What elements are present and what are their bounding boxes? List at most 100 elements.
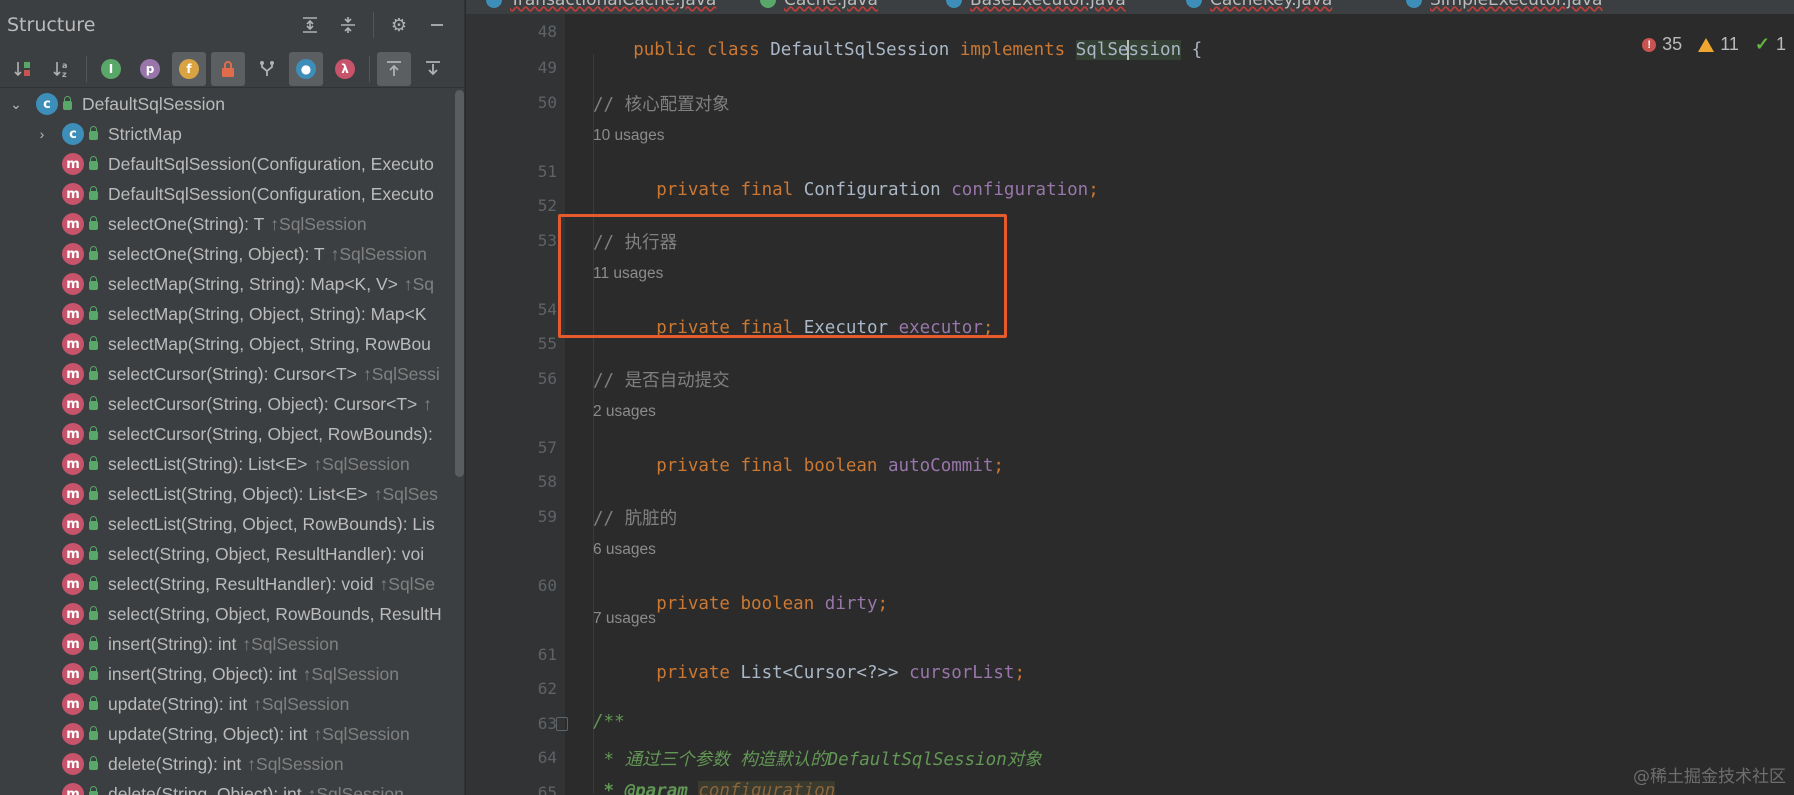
tree-method[interactable]: m selectOne(String): T ↑SqlSession bbox=[0, 209, 464, 239]
show-properties-icon[interactable]: p bbox=[133, 52, 167, 86]
errors-indicator[interactable]: ! 35 bbox=[1642, 34, 1682, 55]
class-icon: c bbox=[36, 93, 58, 115]
chevron-down-icon[interactable]: ⌄ bbox=[6, 96, 26, 113]
gear-icon[interactable]: ⚙ bbox=[380, 10, 418, 40]
line-number-gutter[interactable]: 48 49 50 51 52 53 54 55 56 57 58 59 60 6… bbox=[466, 14, 568, 795]
usages-hint[interactable]: 6 usages bbox=[593, 541, 656, 559]
public-visibility-icon bbox=[89, 425, 98, 440]
tree-item-label: update(String): int bbox=[108, 693, 248, 714]
expand-all-icon[interactable] bbox=[291, 10, 329, 40]
method-icon: m bbox=[62, 783, 84, 795]
minimize-icon[interactable] bbox=[418, 10, 456, 40]
chevron-right-icon[interactable]: › bbox=[32, 126, 52, 142]
svg-text:a: a bbox=[62, 61, 67, 70]
separator bbox=[86, 55, 87, 82]
code-editor[interactable]: 48 49 50 51 52 53 54 55 56 57 58 59 60 6… bbox=[466, 14, 1794, 795]
class-icon bbox=[486, 0, 502, 8]
method-icon: m bbox=[62, 483, 84, 505]
tree-method[interactable]: m select(String, Object, RowBounds, Resul… bbox=[0, 599, 464, 629]
autoscroll-from-source-icon[interactable] bbox=[416, 52, 450, 86]
code-line-48: public class DefaultSqlSession implement… bbox=[633, 40, 1203, 60]
show-fields-icon[interactable]: f bbox=[172, 51, 206, 86]
code-line-61: private List<Cursor<?>> cursorList; bbox=[656, 663, 1025, 683]
tree-method[interactable]: m selectCursor(String, Object, RowBounds)… bbox=[0, 419, 464, 449]
overridden-from-label: ↑SqlSession bbox=[307, 783, 404, 795]
line-number: 51 bbox=[537, 162, 557, 181]
tree-method[interactable]: m select(String, Object, ResultHandler): … bbox=[0, 539, 464, 569]
inspection-widget[interactable]: ! 35 11 ✓ 1 bbox=[1642, 34, 1786, 55]
public-visibility-icon bbox=[89, 695, 98, 710]
method-icon: m bbox=[62, 273, 84, 295]
public-visibility-icon bbox=[89, 215, 98, 230]
tab-cache[interactable]: Cache.java bbox=[760, 0, 878, 14]
method-icon: m bbox=[62, 753, 84, 775]
tree-method[interactable]: m update(String, Object): int ↑SqlSession bbox=[0, 719, 464, 749]
tree-method[interactable]: m selectOne(String, Object): T ↑SqlSession bbox=[0, 239, 464, 269]
show-inherited-icon[interactable]: I bbox=[94, 52, 128, 86]
tree-method[interactable]: m selectMap(String, String): Map<K, V> ↑Sq bbox=[0, 269, 464, 299]
tree-root-class[interactable]: ⌄ c DefaultSqlSession bbox=[0, 89, 464, 119]
tree-method[interactable]: m selectCursor(String): Cursor<T> ↑SqlSess… bbox=[0, 359, 464, 389]
method-icon: m bbox=[62, 393, 84, 415]
tree-method[interactable]: m DefaultSqlSession(Configuration, Execut… bbox=[0, 179, 464, 209]
tab-cache-key[interactable]: CacheKey.java bbox=[1186, 0, 1332, 14]
sort-by-visibility-icon[interactable] bbox=[6, 52, 40, 86]
javadoc-line: * @param configuration bbox=[593, 781, 836, 795]
structure-panel: Structure ⚙ az I p f ● λ ⌄ c DefaultSqlS… bbox=[0, 0, 465, 795]
line-number: 65 bbox=[537, 783, 557, 795]
autoscroll-to-source-icon[interactable] bbox=[377, 51, 411, 86]
tree-method[interactable]: m selectList(String): List<E> ↑SqlSession bbox=[0, 449, 464, 479]
line-number: 48 bbox=[537, 22, 557, 41]
method-icon: m bbox=[62, 333, 84, 355]
tree-method[interactable]: m selectMap(String, Object, String, RowBo… bbox=[0, 329, 464, 359]
tab-transactional-cache[interactable]: TransactionalCache.java bbox=[486, 0, 716, 14]
tree-method[interactable]: m selectMap(String, Object, String): Map<… bbox=[0, 299, 464, 329]
public-visibility-icon bbox=[89, 515, 98, 530]
highlight-annotation-box bbox=[558, 214, 1007, 338]
show-non-public-icon[interactable] bbox=[211, 51, 245, 86]
tree-item-label: DefaultSqlSession(Configuration, Executo bbox=[108, 183, 434, 204]
line-number: 55 bbox=[537, 334, 557, 353]
usages-hint[interactable]: 10 usages bbox=[593, 127, 665, 145]
show-inherited-members-icon[interactable] bbox=[250, 52, 284, 86]
tree-inner-class[interactable]: › c StrictMap bbox=[0, 119, 464, 149]
comment-line: // 肮脏的 bbox=[593, 509, 678, 529]
warnings-indicator[interactable]: 11 bbox=[1698, 34, 1739, 55]
tree-item-label: DefaultSqlSession(Configuration, Executo bbox=[108, 153, 434, 174]
tree-method[interactable]: m selectList(String, Object): List<E> ↑Sql… bbox=[0, 479, 464, 509]
interface-reference[interactable]: SqlSession bbox=[1075, 40, 1182, 60]
overridden-from-label: ↑SqlSession bbox=[242, 633, 339, 654]
structure-scrollbar[interactable] bbox=[455, 90, 464, 477]
collapse-all-icon[interactable] bbox=[329, 10, 367, 40]
public-visibility-icon bbox=[89, 125, 98, 140]
tree-method[interactable]: m update(String): int ↑SqlSession bbox=[0, 689, 464, 719]
tab-base-executor[interactable]: BaseExecutor.java bbox=[946, 0, 1126, 14]
tree-method[interactable]: m select(String, ResultHandler): void ↑Sql… bbox=[0, 569, 464, 599]
sort-alphabetically-icon[interactable]: az bbox=[45, 52, 79, 86]
show-anonymous-icon[interactable]: ● bbox=[289, 51, 323, 86]
tree-method[interactable]: m insert(String, Object): int ↑SqlSession bbox=[0, 659, 464, 689]
tree-method[interactable]: m selectList(String, Object, RowBounds): … bbox=[0, 509, 464, 539]
tree-item-label: select(String, ResultHandler): void bbox=[108, 573, 374, 594]
tree-method[interactable]: m delete(String, Object): int ↑SqlSession bbox=[0, 779, 464, 795]
usages-hint[interactable]: 2 usages bbox=[593, 403, 656, 421]
tree-method[interactable]: m delete(String): int ↑SqlSession bbox=[0, 749, 464, 779]
line-number: 58 bbox=[537, 472, 557, 491]
show-lambdas-icon[interactable]: λ bbox=[328, 52, 362, 86]
structure-toolbar: az I p f ● λ bbox=[0, 50, 464, 88]
overridden-from-label: ↑SqlSession bbox=[302, 663, 399, 684]
tree-item-label: delete(String, Object): int bbox=[108, 783, 302, 795]
separator bbox=[373, 12, 374, 38]
public-visibility-icon bbox=[89, 155, 98, 170]
tab-simple-executor[interactable]: SimpleExecutor.java bbox=[1406, 0, 1602, 14]
method-icon: m bbox=[62, 453, 84, 475]
tree-method[interactable]: m DefaultSqlSession(Configuration, Execut… bbox=[0, 149, 464, 179]
comment-line: // 是否自动提交 bbox=[593, 371, 730, 391]
public-visibility-icon bbox=[89, 725, 98, 740]
overridden-from-label: ↑SqlSes bbox=[373, 483, 438, 504]
code-area[interactable]: public class DefaultSqlSession implement… bbox=[565, 14, 1794, 795]
usages-hint[interactable]: 7 usages bbox=[593, 610, 656, 628]
tree-method[interactable]: m selectCursor(String, Object): Cursor<T>… bbox=[0, 389, 464, 419]
tree-method[interactable]: m insert(String): int ↑SqlSession bbox=[0, 629, 464, 659]
weak-warnings-indicator[interactable]: ✓ 1 bbox=[1755, 34, 1786, 55]
